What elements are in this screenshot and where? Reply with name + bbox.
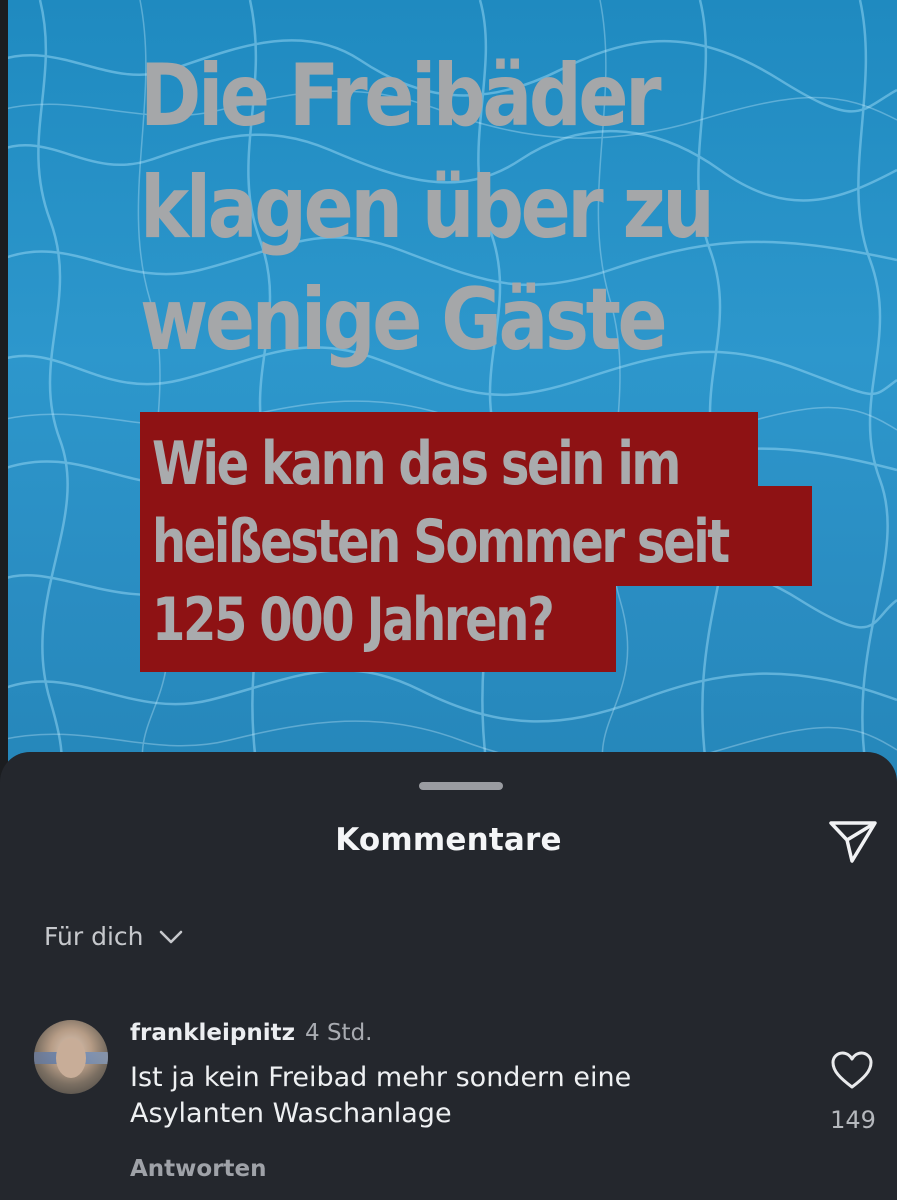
reply-button[interactable]: Antworten <box>130 1156 267 1182</box>
paper-plane-icon[interactable] <box>828 818 878 864</box>
username[interactable]: frankleipnitz <box>130 1020 295 1046</box>
comment-timestamp: 4 Std. <box>305 1020 373 1046</box>
frame-edge <box>0 0 8 790</box>
comments-sheet: Kommentare Für dich frankleipnitz 4 Std. … <box>0 752 897 1200</box>
heart-icon[interactable] <box>830 1050 874 1090</box>
avatar-face <box>56 1038 86 1078</box>
post-subheadline: Wie kann das sein im heißesten Sommer se… <box>152 429 730 655</box>
post-headline: Die Freibäder klagen über zu wenige Gäst… <box>140 46 715 370</box>
comment-item: frankleipnitz 4 Std. Ist ja kein Freibad … <box>0 1010 897 1190</box>
comment-author[interactable]: frankleipnitz 4 Std. <box>130 1020 373 1046</box>
chevron-down-icon <box>159 930 182 943</box>
drag-handle[interactable] <box>419 782 503 790</box>
filter-label: Für dich <box>44 922 144 951</box>
post-image: Die Freibäder klagen über zu wenige Gäst… <box>0 0 897 790</box>
like-count: 149 <box>830 1106 876 1134</box>
avatar[interactable] <box>34 1020 108 1094</box>
filter-dropdown[interactable]: Für dich <box>44 922 184 951</box>
sheet-title: Kommentare <box>335 822 562 858</box>
comment-text: Ist ja kein Freibad mehr sondern eine As… <box>130 1062 632 1129</box>
